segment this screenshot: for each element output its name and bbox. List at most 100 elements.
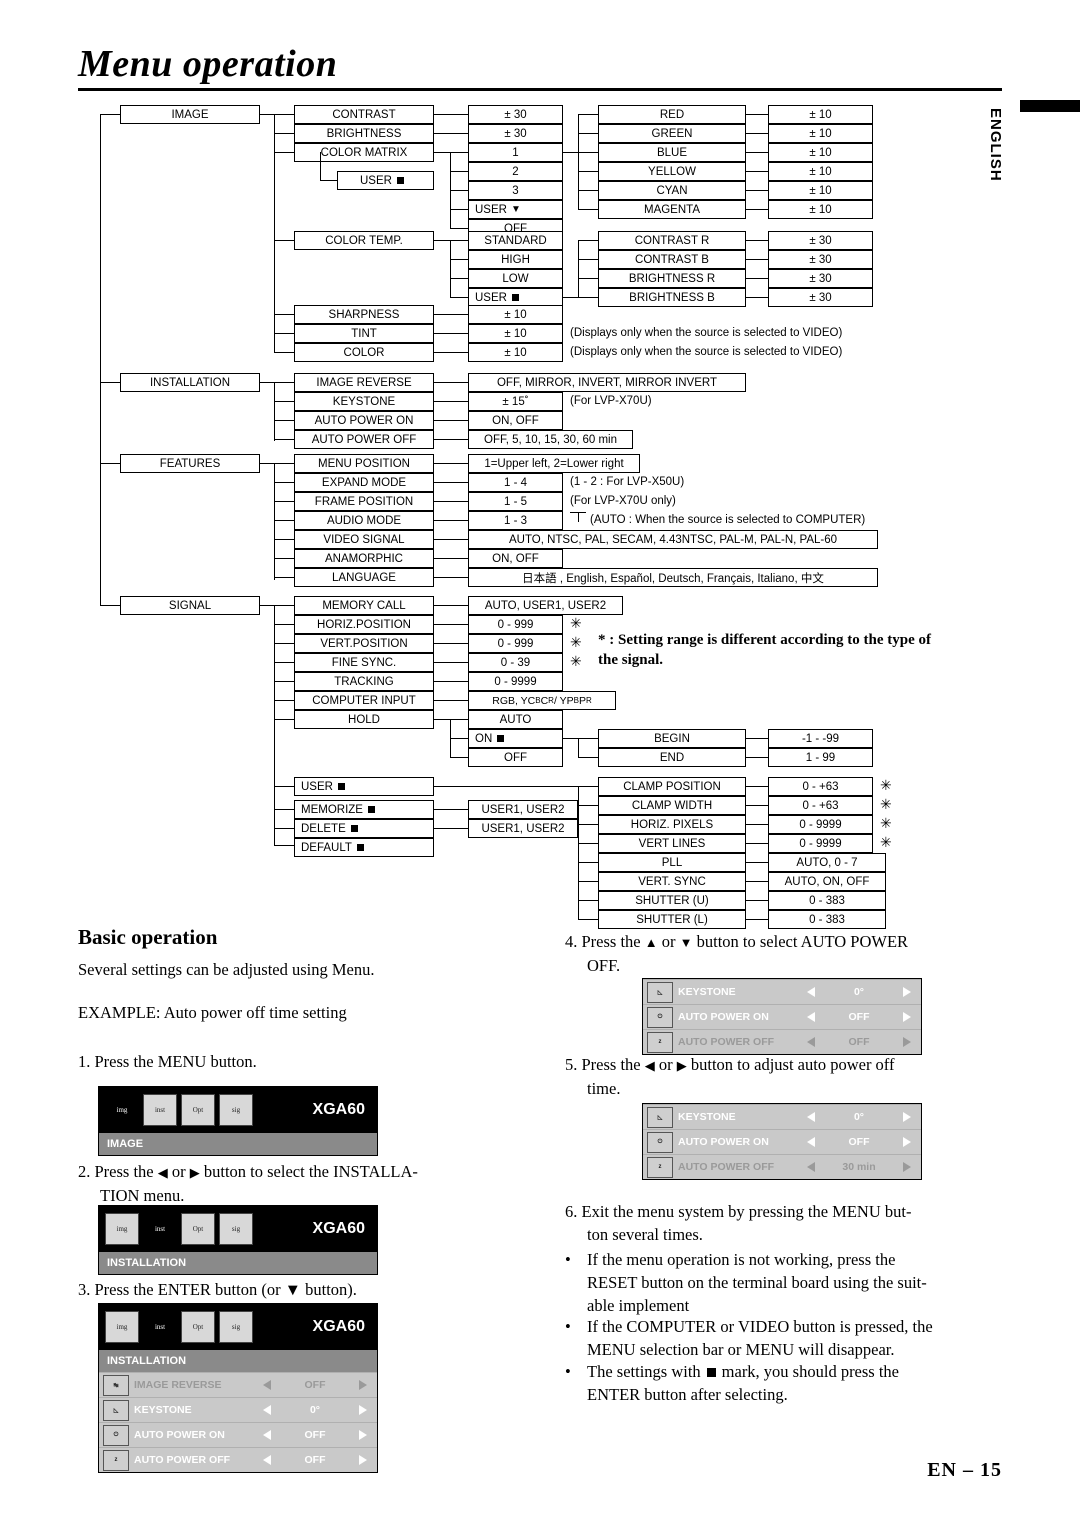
tree-node-installation: INSTALLATION	[120, 373, 260, 392]
down-triangle-icon: ▼	[510, 204, 521, 215]
osd-row-keystone[interactable]: ◺ KEYSTONE 0°	[99, 1397, 377, 1422]
basic-step-6: 6. Exit the menu system by pressing the …	[565, 1200, 1045, 1246]
installation-icon[interactable]: inst	[143, 1213, 177, 1245]
step4-text-b: or	[657, 932, 680, 951]
tree-value-ct-standard: STANDARD	[468, 231, 563, 250]
features-icon[interactable]: Opt	[181, 1311, 215, 1343]
osd-label-text: AUTO POWER ON	[678, 1011, 769, 1023]
left-arrow-icon[interactable]	[263, 1380, 271, 1390]
tree-line	[578, 900, 598, 901]
tree-line	[578, 209, 598, 210]
tree-value-contrast: ± 30	[468, 105, 563, 124]
expand-mode-note: (1 - 2 : For LVP-X50U)	[570, 476, 685, 488]
right-arrow-icon[interactable]	[359, 1430, 367, 1440]
osd-row-auto-power-off[interactable]: z AUTO POWER OFF OFF	[643, 1029, 921, 1054]
tree-line	[746, 881, 768, 882]
right-arrow-icon[interactable]	[903, 1137, 911, 1147]
tree-line	[434, 662, 468, 663]
bullet1-line1: If the menu operation is not working, pr…	[587, 1250, 896, 1269]
signal-icon[interactable]: sig	[219, 1311, 253, 1343]
tree-node-brightness-b: BRIGHTNESS B	[598, 288, 746, 307]
osd-row-auto-power-off[interactable]: z AUTO POWER OFF 30 min	[643, 1154, 921, 1179]
left-arrow-icon[interactable]	[807, 1012, 815, 1022]
installation-icon[interactable]: inst	[143, 1311, 177, 1343]
osd-label-text: KEYSTONE	[678, 1111, 736, 1123]
right-arrow-icon[interactable]	[358, 1405, 367, 1415]
square-marker-icon	[356, 844, 364, 851]
features-icon[interactable]: Opt	[181, 1094, 215, 1126]
osd-signal-label: XGA60	[312, 1101, 365, 1118]
right-arrow-icon[interactable]	[903, 1012, 911, 1022]
features-icon[interactable]: Opt	[181, 1213, 215, 1245]
left-arrow-icon[interactable]	[807, 1162, 815, 1172]
tree-line	[578, 786, 598, 787]
osd-row-value: 0°	[797, 1111, 921, 1123]
step2-text-b: or	[167, 1162, 190, 1181]
tree-node-image: IMAGE	[120, 105, 260, 124]
tree-node-horiz-position: HORIZ.POSITION	[294, 615, 434, 634]
left-arrow-icon[interactable]	[807, 1137, 815, 1147]
tree-line	[274, 643, 294, 644]
tree-node-computer-input: COMPUTER INPUT	[294, 691, 434, 710]
tree-line	[578, 240, 598, 241]
left-arrow-icon[interactable]	[807, 987, 815, 997]
osd-value-text: OFF	[304, 1429, 326, 1441]
osd-row-auto-power-on[interactable]: ⏻ AUTO POWER ON OFF	[643, 1129, 921, 1154]
tree-line	[434, 681, 468, 682]
left-arrow-icon[interactable]	[263, 1455, 271, 1465]
tree-line	[578, 919, 598, 920]
tree-line	[578, 805, 598, 806]
signal-icon[interactable]: sig	[219, 1094, 253, 1126]
up-arrow-icon: ▲	[644, 935, 658, 950]
tree-node-tracking: TRACKING	[294, 672, 434, 691]
bullet-item-2: • If the COMPUTER or VIDEO button is pre…	[565, 1315, 1045, 1361]
tree-node-auto-power-off: AUTO POWER OFF	[294, 430, 434, 449]
step6-text-a: 6. Exit the menu system by pressing the …	[565, 1202, 912, 1221]
basic-step-1: 1. Press the MENU button.	[78, 1052, 257, 1071]
osd-value-text: OFF	[304, 1379, 326, 1391]
osd-label-text: KEYSTONE	[134, 1404, 192, 1416]
osd-label-text: AUTO POWER ON	[134, 1429, 225, 1441]
delete-label: DELETE	[301, 822, 346, 835]
tree-line	[578, 738, 579, 758]
right-arrow-icon[interactable]	[902, 1112, 911, 1122]
right-arrow-icon[interactable]	[359, 1380, 367, 1390]
bullet-item-1: • If the menu operation is not working, …	[565, 1248, 1045, 1317]
osd-row-keystone[interactable]: ◺ KEYSTONE 0°	[643, 979, 921, 1004]
image-icon[interactable]: img	[105, 1213, 139, 1245]
osd-label-text: AUTO POWER OFF	[678, 1161, 775, 1173]
tree-line	[274, 401, 294, 402]
image-icon[interactable]: img	[105, 1094, 139, 1126]
left-arrow-icon[interactable]	[807, 1112, 815, 1122]
left-arrow-icon[interactable]	[263, 1405, 271, 1415]
left-arrow-icon[interactable]	[807, 1037, 815, 1047]
tree-line	[274, 624, 294, 625]
installation-icon[interactable]: inst	[143, 1094, 177, 1126]
right-arrow-icon[interactable]	[902, 1162, 911, 1172]
left-arrow-icon[interactable]	[263, 1430, 271, 1440]
image-reverse-icon: ↹	[103, 1374, 129, 1396]
osd-row-auto-power-off[interactable]: z AUTO POWER OFF OFF	[99, 1447, 377, 1472]
osd-row-image-reverse[interactable]: ↹ IMAGE REVERSE OFF	[99, 1372, 377, 1397]
tree-line	[434, 577, 468, 578]
right-arrow-icon[interactable]	[903, 1037, 911, 1047]
tree-line	[746, 919, 768, 920]
auto-power-off-icon: z	[647, 1031, 673, 1053]
image-icon[interactable]: img	[105, 1311, 139, 1343]
tree-node-language: LANGUAGE	[294, 568, 434, 587]
osd-row-value: OFF	[253, 1454, 377, 1466]
osd-row-keystone[interactable]: ◺ KEYSTONE 0°	[643, 1104, 921, 1129]
setting-range-callout: * : Setting range is different according…	[598, 632, 932, 668]
tree-node-signal: SIGNAL	[120, 596, 260, 615]
osd-row-auto-power-on[interactable]: ⏻ AUTO POWER ON OFF	[643, 1004, 921, 1029]
osd-row-auto-power-on[interactable]: ⏻ AUTO POWER ON OFF	[99, 1422, 377, 1447]
signal-icon[interactable]: sig	[219, 1213, 253, 1245]
tree-value-image-reverse: OFF, MIRROR, INVERT, MIRROR INVERT	[468, 373, 746, 392]
tree-line	[563, 152, 578, 153]
tree-line	[274, 463, 294, 464]
right-arrow-icon[interactable]	[359, 1455, 367, 1465]
tree-value-tint: ± 10	[468, 324, 563, 343]
auto-power-on-icon: ⏻	[647, 1131, 673, 1153]
right-arrow-icon[interactable]	[902, 987, 911, 997]
osd-row-value: OFF	[797, 1036, 921, 1048]
